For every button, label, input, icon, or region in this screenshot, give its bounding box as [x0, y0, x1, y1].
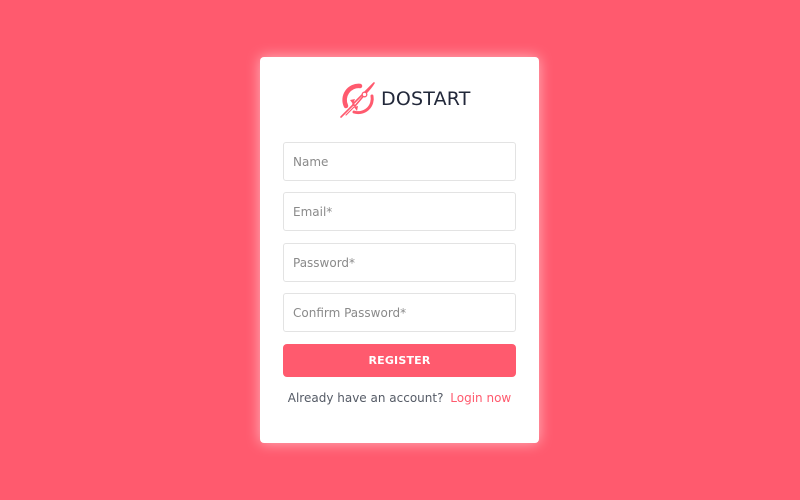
login-now-link[interactable]: Login now — [450, 391, 511, 405]
name-field[interactable] — [283, 142, 516, 181]
register-card: DOSTART REGISTER Already have an account… — [260, 57, 539, 443]
login-prompt: Already have an account? Login now — [260, 391, 539, 405]
register-button[interactable]: REGISTER — [283, 344, 516, 377]
confirm-password-field[interactable] — [283, 293, 516, 332]
email-field[interactable] — [283, 192, 516, 231]
password-field[interactable] — [283, 243, 516, 282]
brand-logo[interactable]: DOSTART — [338, 79, 471, 119]
brand-name: DOSTART — [381, 88, 471, 110]
rocket-icon — [338, 79, 378, 119]
login-prompt-text: Already have an account? — [287, 391, 444, 405]
